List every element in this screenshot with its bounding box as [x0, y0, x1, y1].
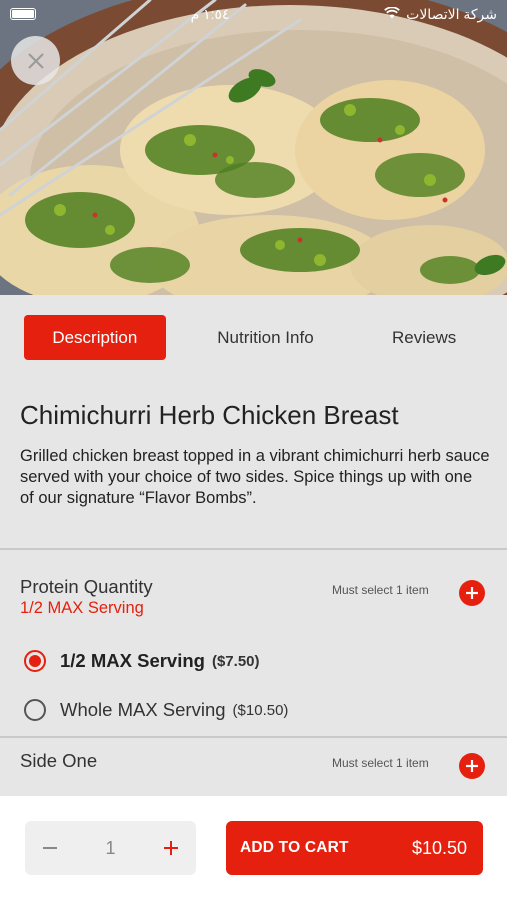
protein-quantity-selected: 1/2 MAX Serving: [20, 599, 144, 617]
chicken-dish-image: [0, 0, 507, 295]
option-name: 1/2 MAX Serving: [60, 650, 205, 671]
side-one-title: Side One: [20, 750, 98, 771]
minus-icon: [43, 847, 57, 849]
plus-icon: [163, 841, 178, 855]
product-description: Grilled chicken breast topped in a vibra…: [20, 447, 490, 507]
product-title: Chimichurri Herb Chicken Breast: [20, 400, 399, 430]
plus-icon: [466, 760, 478, 772]
battery-icon: [10, 8, 36, 20]
option-price: ($7.50): [211, 652, 260, 670]
status-bar: ١:٥٤ م شركة الاتصالات: [0, 0, 507, 28]
tab-reviews[interactable]: Reviews: [365, 315, 483, 360]
quantity-value: 1: [105, 837, 116, 858]
radio-selected[interactable]: [24, 650, 46, 672]
decrease-quantity-button[interactable]: [39, 837, 61, 859]
option-whole-max-serving[interactable]: Whole MAX Serving ($10.50): [24, 699, 288, 721]
plus-icon: [466, 587, 478, 599]
add-to-cart-label: ADD TO CART: [240, 839, 349, 856]
tab-description[interactable]: Description: [24, 315, 166, 360]
product-image: ١:٥٤ م شركة الاتصالات: [0, 0, 507, 295]
cart-total: $10.50: [411, 837, 467, 858]
wifi-icon: [384, 6, 400, 22]
option-price: ($10.50): [232, 701, 289, 719]
option-name: Whole MAX Serving: [60, 699, 226, 720]
side-one-requirement: Must select 1 item: [332, 756, 429, 770]
carrier-name: شركة الاتصالات: [406, 5, 497, 22]
close-icon: [27, 52, 44, 69]
side-one-expand-button[interactable]: [459, 753, 485, 779]
divider: [0, 548, 507, 550]
increase-quantity-button[interactable]: [160, 837, 182, 859]
tab-nutrition-info[interactable]: Nutrition Info: [166, 315, 366, 360]
divider: [0, 736, 507, 738]
add-to-cart-button[interactable]: ADD TO CART $10.50: [226, 821, 483, 875]
protein-expand-button[interactable]: [459, 580, 485, 606]
close-button[interactable]: [11, 36, 60, 85]
protein-requirement: Must select 1 item: [332, 583, 429, 597]
bottom-bar: 1 ADD TO CART $10.50: [0, 796, 507, 900]
status-time: ١:٥٤ م: [190, 5, 230, 22]
option-half-max-serving[interactable]: 1/2 MAX Serving ($7.50): [24, 650, 260, 672]
tab-bar: Description Nutrition Info Reviews: [0, 295, 507, 380]
quantity-stepper: 1: [25, 821, 196, 875]
radio-unselected[interactable]: [24, 699, 46, 721]
protein-quantity-title: Protein Quantity: [20, 576, 153, 597]
